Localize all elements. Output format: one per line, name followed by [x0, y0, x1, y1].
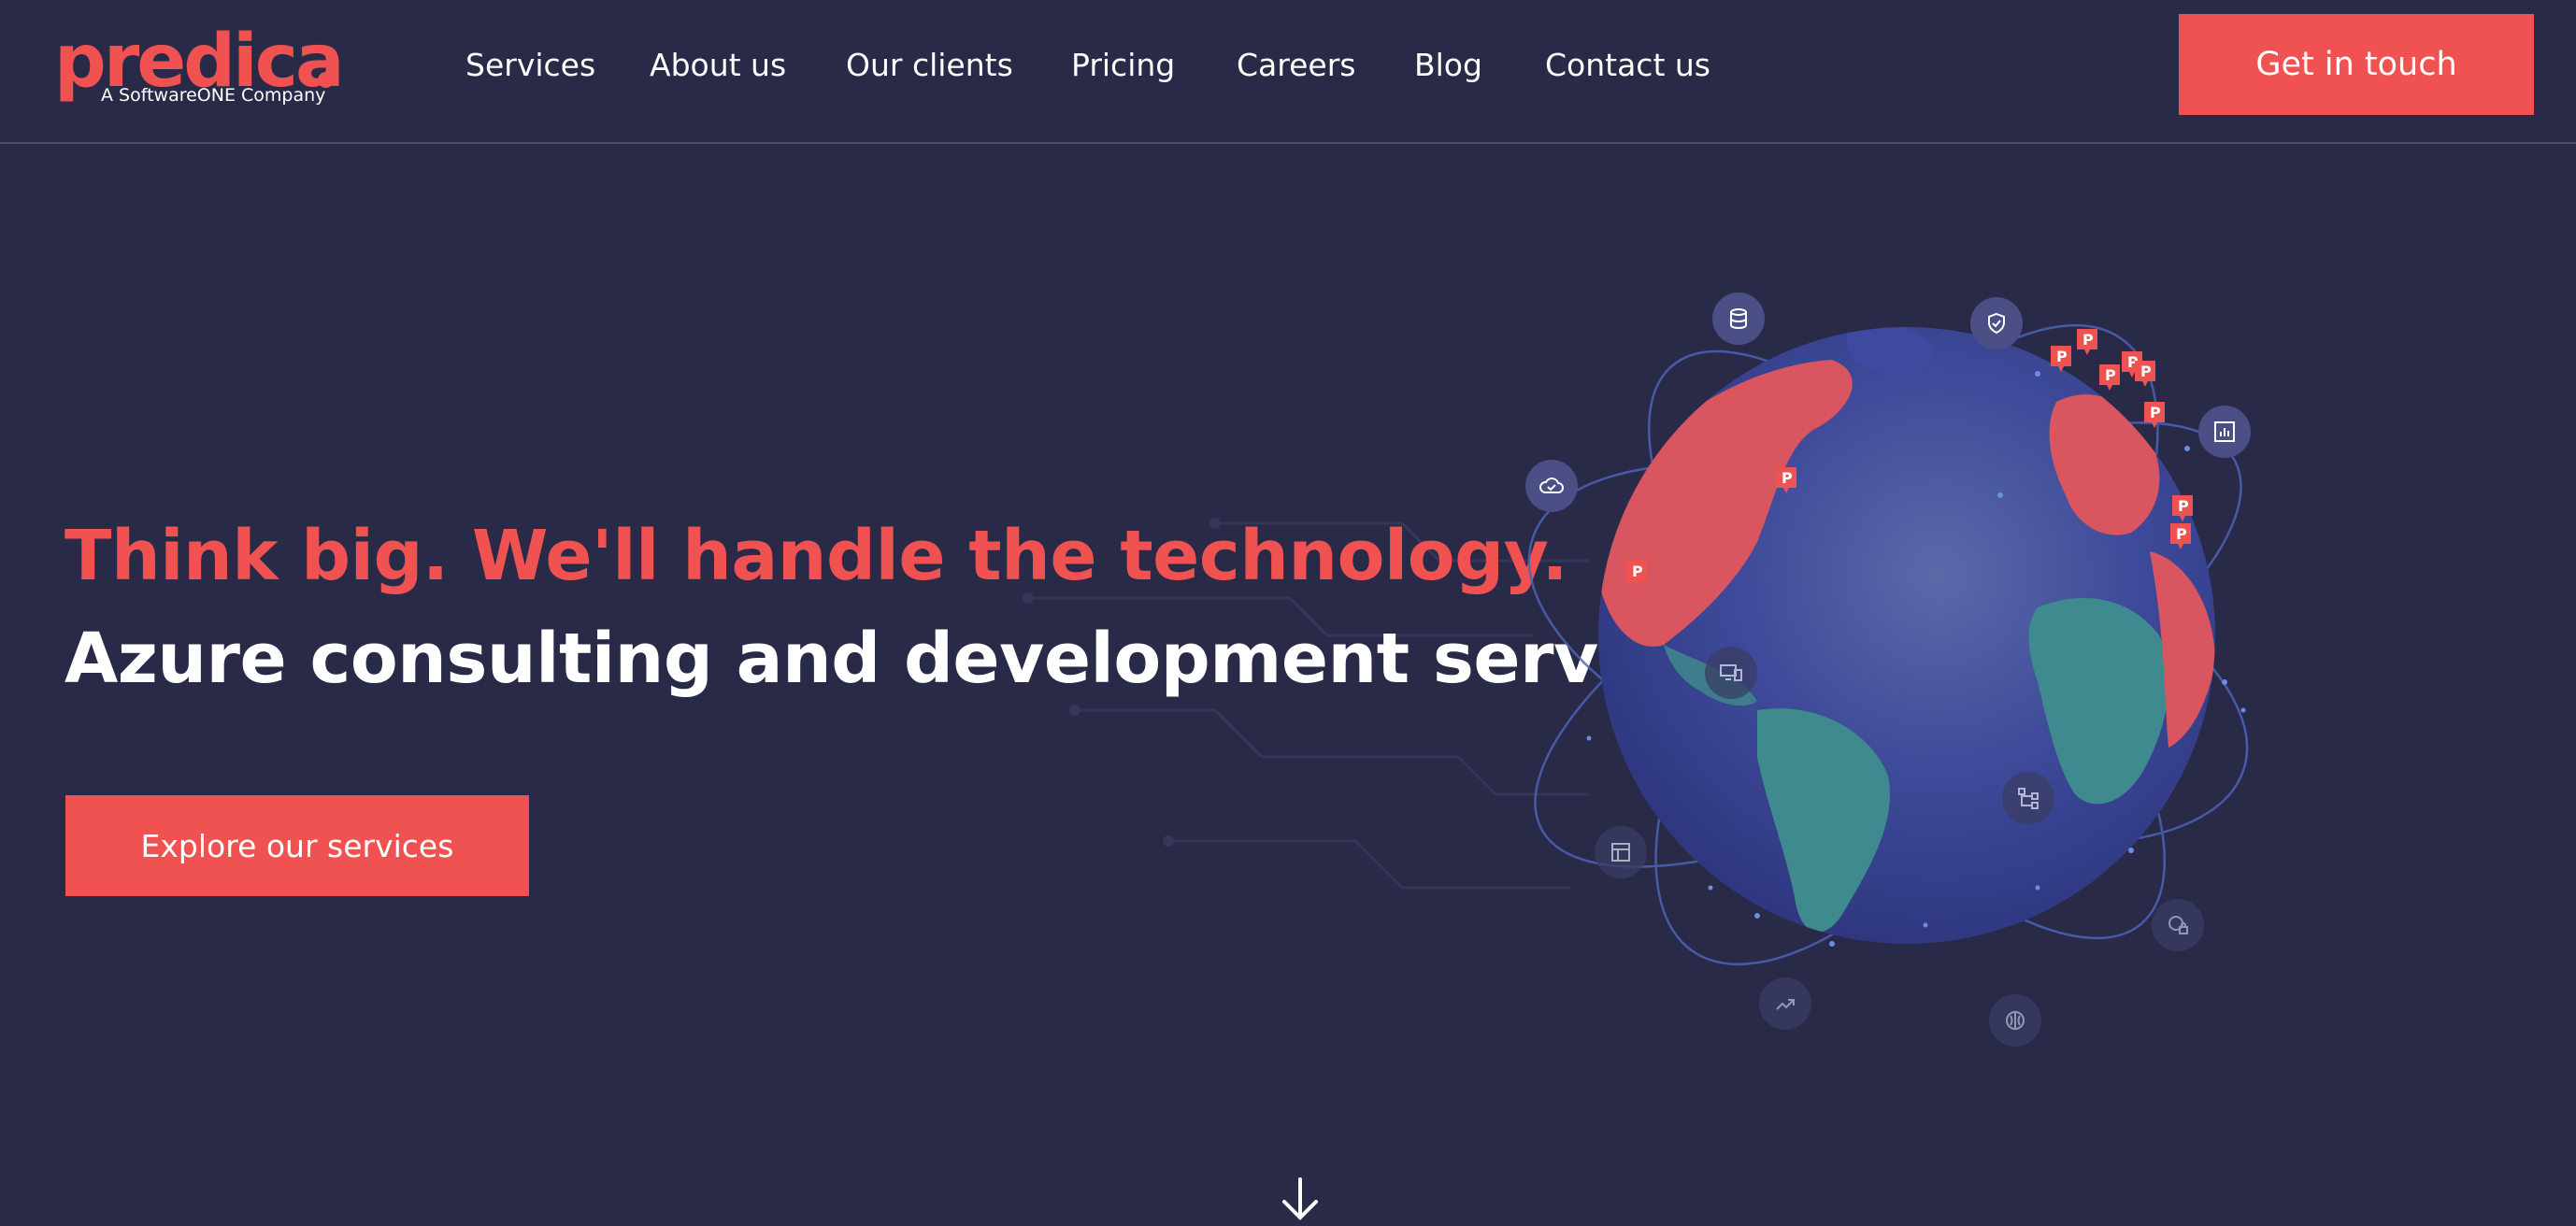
location-marker: P: [2176, 525, 2187, 543]
explore-services-button[interactable]: Explore our services: [65, 795, 529, 896]
nav-item-blog[interactable]: Blog: [1414, 41, 1482, 90]
nav-item-our-clients[interactable]: Our clients: [846, 41, 1013, 90]
location-marker: P: [2082, 331, 2094, 349]
database-icon: [1712, 292, 1765, 345]
predica-logo[interactable]: predica A SoftwareONE Company: [54, 19, 353, 112]
location-marker: P: [2178, 497, 2189, 515]
location-marker: P: [2150, 404, 2161, 421]
get-in-touch-button[interactable]: Get in touch: [2179, 14, 2534, 115]
flow-icon: [2002, 772, 2054, 824]
dashboard-icon: [1595, 826, 1647, 878]
devices-icon: [1705, 647, 1757, 699]
shield-check-icon: [1970, 297, 2023, 349]
location-marker: P: [2140, 363, 2152, 380]
arrow-down-icon[interactable]: [1277, 1176, 1324, 1222]
bar-chart-icon: [2198, 406, 2251, 458]
location-marker: P: [1632, 563, 1643, 580]
globe-illustration: P P P P P P P P P P: [1477, 271, 2299, 1056]
globe-lock-icon: [2152, 899, 2204, 951]
trend-icon: [1759, 977, 1811, 1030]
brain-icon: [1989, 994, 2041, 1047]
location-marker: P: [1782, 469, 1793, 487]
logo-tagline: A SoftwareONE Company: [101, 85, 326, 106]
cloud-check-icon: [1525, 460, 1578, 512]
nav-item-pricing[interactable]: Pricing: [1071, 41, 1175, 90]
location-marker: P: [2105, 366, 2116, 384]
nav-item-contact-us[interactable]: Contact us: [1545, 41, 1710, 90]
page: predica A SoftwareONE Company Services A…: [0, 0, 2576, 1226]
location-marker: P: [2056, 348, 2068, 365]
site-header: predica A SoftwareONE Company Services A…: [0, 0, 2576, 144]
nav-item-careers[interactable]: Careers: [1237, 41, 1355, 90]
nav-item-about-us[interactable]: About us: [650, 41, 786, 90]
nav-item-services[interactable]: Services: [465, 41, 595, 90]
